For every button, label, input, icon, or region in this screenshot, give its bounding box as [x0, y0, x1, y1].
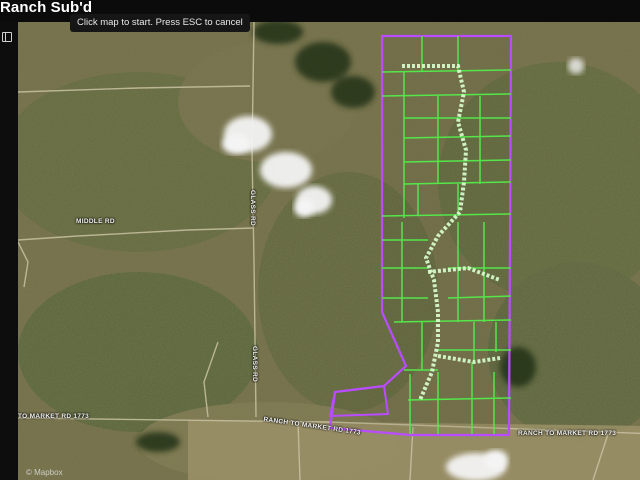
- road-label-north-vertical: GLASS RD: [249, 190, 256, 226]
- road-label-market-west: TO MARKET RD 1773: [18, 413, 90, 420]
- road-label-ranch-east: RANCH TO MARKET RD 1773: [518, 430, 617, 437]
- left-rail: [0, 22, 18, 480]
- road-label-middle: MIDDLE RD: [76, 218, 115, 225]
- map-instruction-tooltip: Click map to start. Press ESC to cancel: [70, 14, 250, 32]
- vegetation-texture: [18, 22, 640, 480]
- satellite-map[interactable]: MIDDLE RD TO MARKET RD 1773 RANCH TO MAR…: [18, 22, 640, 480]
- road-label-south-vertical: GLASS RD: [251, 346, 258, 382]
- sidebar-toggle-icon[interactable]: [2, 32, 12, 42]
- map-attribution: © Mapbox: [26, 468, 63, 477]
- map-canvas[interactable]: [18, 22, 640, 480]
